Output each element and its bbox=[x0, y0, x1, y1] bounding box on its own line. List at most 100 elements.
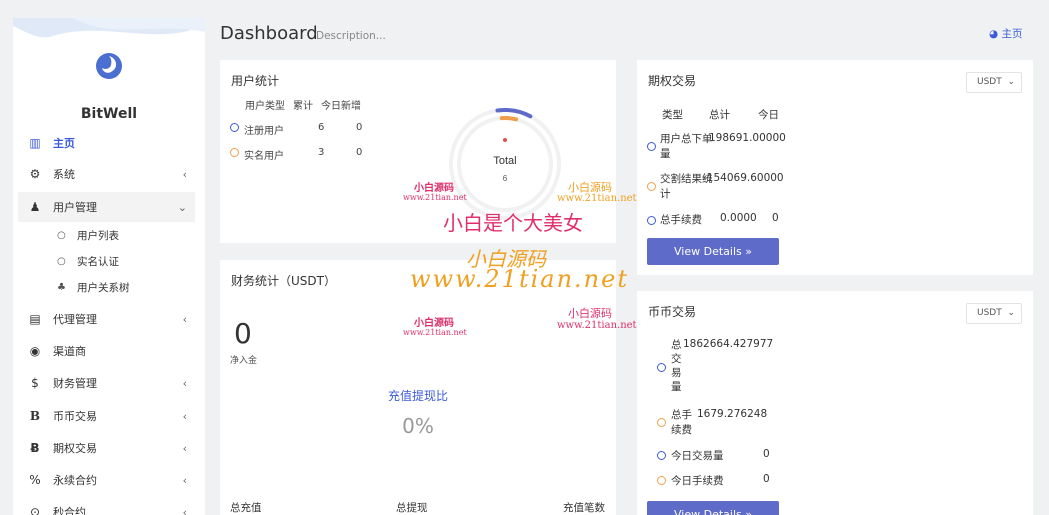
tree-icon: ♣ bbox=[57, 281, 66, 293]
total-cell: 3 bbox=[318, 147, 325, 158]
sidebar-item-spot[interactable]: B 币币交易 ‹ bbox=[13, 401, 205, 431]
chevron-down-icon: ⌄ bbox=[1007, 308, 1015, 318]
user-donut-chart: Total 6 bbox=[449, 108, 561, 220]
total-cell: 0.0000 bbox=[720, 212, 757, 224]
user-type-cell: 注册用户 bbox=[244, 126, 284, 137]
spot-title: 币币交易 bbox=[648, 305, 697, 319]
options-currency-select[interactable]: USDT ⌄ bbox=[966, 72, 1022, 93]
watermark-small-title: 小白源码 bbox=[568, 307, 612, 320]
sidebar-subitem-user-list[interactable]: ○ 用户列表 bbox=[13, 222, 205, 248]
currency-value: USDT bbox=[977, 77, 1002, 87]
chevron-left-icon: ‹ bbox=[182, 376, 187, 390]
options-title: 期权交易 bbox=[648, 74, 697, 88]
user-stats-title: 用户统计 bbox=[231, 74, 280, 88]
donut-total-value: 6 bbox=[503, 174, 508, 183]
dashboard-icon: ◕ bbox=[989, 28, 999, 40]
spot-view-details-button[interactable]: View Details » bbox=[647, 501, 779, 515]
total-cell: 0 bbox=[763, 448, 770, 460]
b-icon: B bbox=[29, 409, 41, 423]
total-deposit-label: 总充值 bbox=[230, 502, 262, 514]
user-icon: ♟ bbox=[29, 200, 41, 214]
total-cell: 0 bbox=[763, 473, 770, 485]
user-type-cell: 实名用户 bbox=[244, 151, 284, 162]
watermark-small-url: www.21tian.net bbox=[403, 328, 467, 337]
chevron-down-icon: ⌄ bbox=[177, 200, 187, 214]
legend-dot-blue bbox=[647, 142, 656, 151]
watermark-small-title: 小白源码 bbox=[414, 318, 454, 329]
donut-arc-registered bbox=[495, 108, 533, 119]
finance-title: 财务统计（USDT） bbox=[231, 274, 336, 288]
spot-card: 币币交易 USDT ⌄ 总交易量 1862664.427977 总手续费 167… bbox=[637, 291, 1033, 515]
sidebar-item-second-contract[interactable]: ⊙ 秒合约 ‹ bbox=[13, 497, 205, 515]
type-cell: 总手续费 bbox=[660, 214, 702, 226]
breadcrumb-home[interactable]: ◕ 主页 bbox=[989, 26, 1023, 41]
sidebar-item-channel[interactable]: ◉ 渠道商 bbox=[13, 336, 205, 366]
sidebar-subitem-label: 用户关系树 bbox=[77, 281, 130, 294]
column-header: 用户类型 bbox=[245, 101, 285, 112]
watermark-small-url: www.21tian.net bbox=[557, 193, 637, 204]
today-cell: 0 bbox=[356, 122, 363, 133]
legend-dot-blue bbox=[230, 123, 239, 132]
sidebar-subitem-label: 用户列表 bbox=[77, 229, 119, 242]
deposit-count-label: 充值笔数 bbox=[563, 502, 605, 514]
user-circle-icon: ◉ bbox=[29, 344, 41, 358]
legend-dot-orange bbox=[657, 476, 666, 485]
total-cell: 1862664.427977 bbox=[683, 338, 774, 350]
spot-table: 总交易量 1862664.427977 总手续费 1679.276248 今日交… bbox=[657, 338, 817, 488]
column-header: 类型 bbox=[662, 109, 683, 121]
watermark-small-title: 小白源码 bbox=[414, 183, 454, 194]
watermark-small-url: www.21tian.net bbox=[557, 320, 637, 331]
id-card-icon: ▤ bbox=[29, 312, 41, 326]
legend-dot-blue bbox=[657, 451, 666, 460]
brand-name: BitWell bbox=[80, 106, 138, 122]
spot-currency-select[interactable]: USDT ⌄ bbox=[966, 303, 1022, 324]
sidebar-subitem-kyc[interactable]: ○ 实名认证 bbox=[13, 248, 205, 274]
column-header: 今日新增 bbox=[321, 101, 361, 112]
sidebar-item-label: 主页 bbox=[53, 137, 75, 150]
sidebar-item-perpetual[interactable]: % 永续合约 ‹ bbox=[13, 465, 205, 495]
sidebar-item-user-management[interactable]: ♟ 用户管理 ⌄ bbox=[18, 192, 195, 222]
total-cell: 6 bbox=[318, 122, 325, 133]
sidebar-item-label: 秒合约 bbox=[53, 506, 86, 515]
circle-icon: ○ bbox=[57, 255, 66, 267]
watermark-big-url: www.21tian.net bbox=[410, 265, 629, 293]
sidebar-item-label: 用户管理 bbox=[53, 201, 97, 214]
sidebar-item-label: 币币交易 bbox=[53, 410, 97, 423]
net-income-value: 0 bbox=[234, 317, 252, 350]
finance-card: 财务统计（USDT） 0 净入金 充值提现比 0% 总充值 总提现 充值笔数 bbox=[220, 260, 616, 515]
circle-icon: ○ bbox=[57, 229, 66, 241]
chevron-left-icon: ‹ bbox=[182, 505, 187, 515]
options-table: 类型 总计 今日 用户总下单量 198691.00000 交割结果统计 -154… bbox=[647, 107, 847, 247]
bitwell-logo-icon bbox=[96, 53, 122, 79]
total-withdraw-label: 总提现 bbox=[396, 502, 428, 514]
sidebar-item-home[interactable]: ▥ 主页 bbox=[13, 128, 205, 158]
sidebar-item-system[interactable]: ⚙ 系统 ‹ bbox=[13, 159, 205, 189]
sidebar-item-label: 代理管理 bbox=[53, 313, 97, 326]
today-cell: 0 bbox=[772, 212, 779, 224]
sidebar-item-label: 系统 bbox=[53, 168, 75, 181]
column-header: 今日 bbox=[758, 109, 779, 121]
type-cell: 总交易量 bbox=[671, 339, 682, 393]
legend-dot-blue bbox=[647, 216, 656, 225]
deposit-withdraw-ratio-value: 0% bbox=[402, 414, 434, 438]
options-view-details-button[interactable]: View Details » bbox=[647, 238, 779, 265]
type-cell: 今日交易量 bbox=[671, 450, 724, 462]
sidebar-item-options[interactable]: Ƀ 期权交易 ‹ bbox=[13, 433, 205, 463]
column-header: 累计 bbox=[293, 101, 313, 112]
chevron-left-icon: ‹ bbox=[182, 167, 187, 181]
sidebar-item-agent-management[interactable]: ▤ 代理管理 ‹ bbox=[13, 304, 205, 334]
donut-center-dot bbox=[503, 138, 507, 142]
bitcoin-icon: Ƀ bbox=[30, 441, 40, 455]
chevron-left-icon: ‹ bbox=[182, 441, 187, 455]
gear-icon: ⚙ bbox=[29, 167, 41, 181]
sidebar-item-finance[interactable]: $ 财务管理 ‹ bbox=[13, 368, 205, 398]
column-header: 总计 bbox=[709, 109, 730, 121]
chevron-down-icon: ⌄ bbox=[1007, 77, 1015, 87]
bar-chart-icon: ▥ bbox=[29, 136, 41, 150]
options-card: 期权交易 USDT ⌄ 类型 总计 今日 用户总下单量 198691.00000… bbox=[637, 60, 1033, 275]
legend-dot-blue bbox=[657, 363, 666, 372]
sidebar-subitem-user-tree[interactable]: ♣ 用户关系树 bbox=[13, 274, 205, 300]
sidebar: BitWell ▥ 主页 ⚙ 系统 ‹ ♟ 用户管理 ⌄ ○ 用户列表 ○ 实名… bbox=[13, 18, 205, 515]
sidebar-subitem-label: 实名认证 bbox=[77, 255, 119, 268]
total-cell: -154069.60000 bbox=[703, 172, 784, 184]
